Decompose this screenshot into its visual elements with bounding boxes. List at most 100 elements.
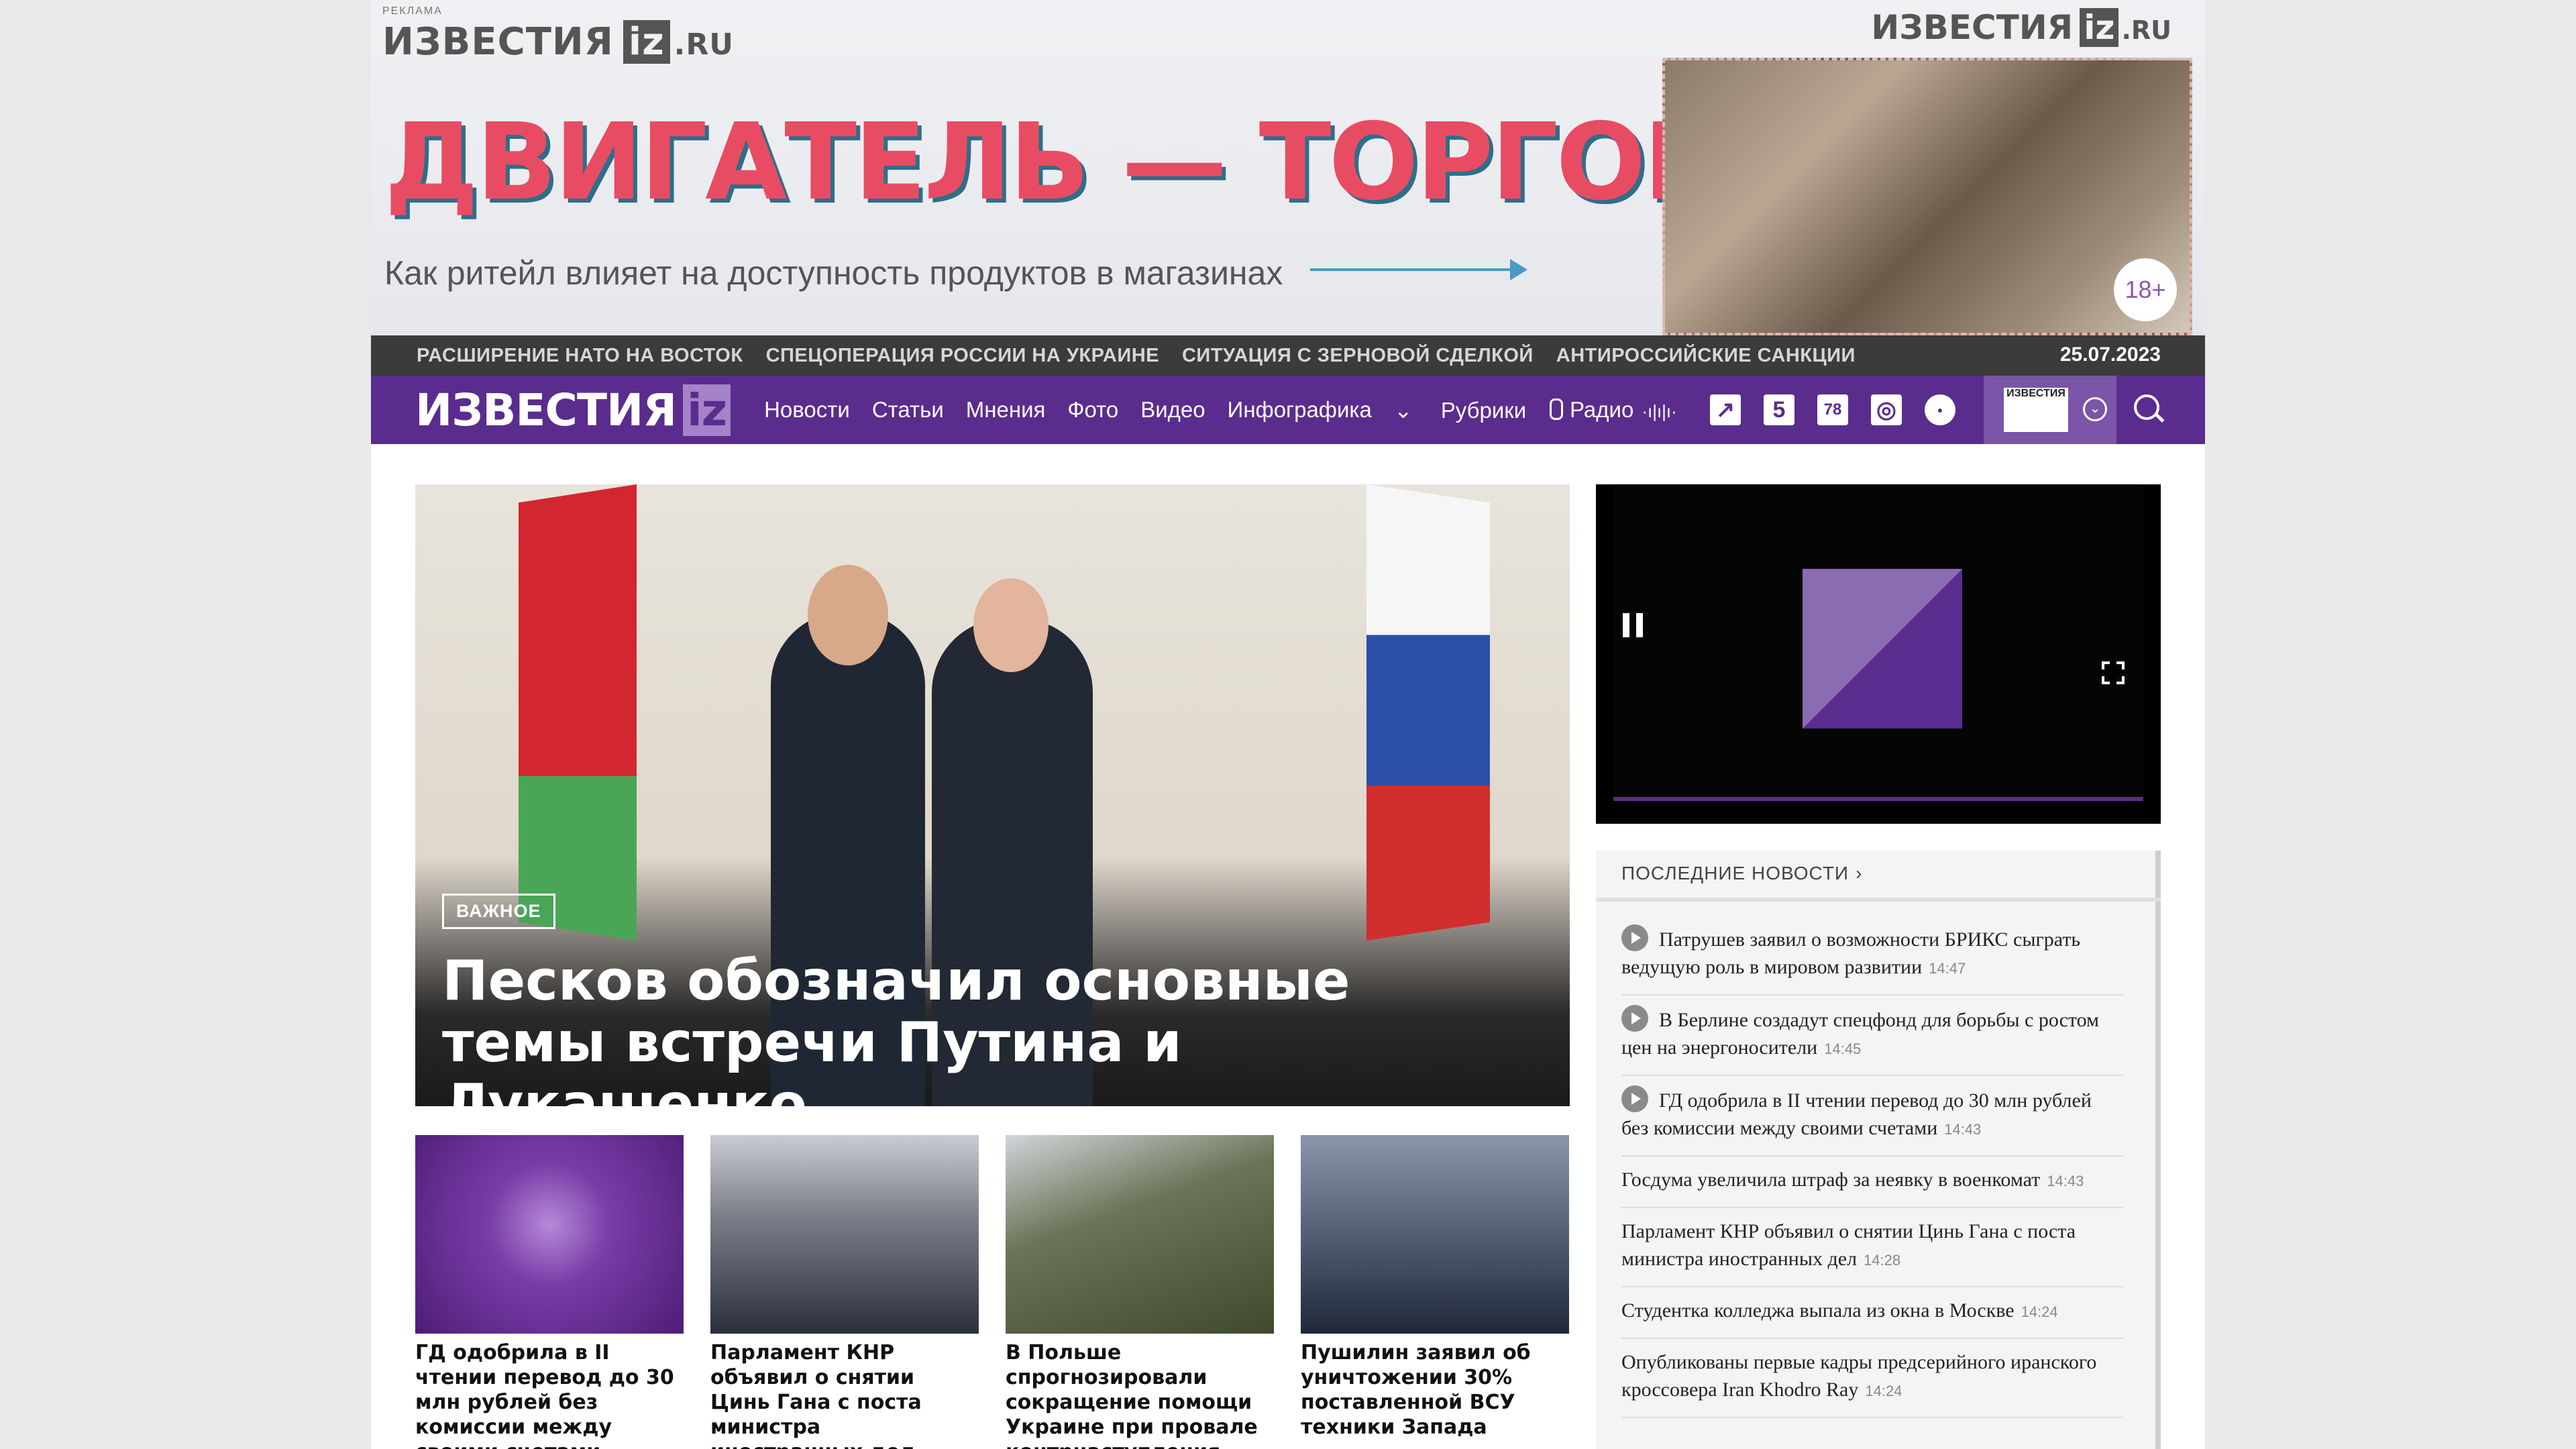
article-card-title: В Польше спрогнозировали сокращение помо… [1006,1341,1258,1449]
chevron-down-icon: ⌄ [1393,397,1419,423]
news-item-text: Опубликованы первые кадры предсерийного … [1621,1351,2097,1401]
main-nav: ИЗВЕСТИЯ iz Новости Статьи Мнения Фото Ви… [371,376,2205,444]
banner-logo-right: ИЗВЕСТИЯ iz .RU [1871,8,2171,47]
site-logo-text: ИЗВЕСТИЯ [415,384,677,436]
nav-item-news[interactable]: Новости [764,397,850,423]
news-item-text: ГД одобрила в II чтении перевод до 30 мл… [1621,1089,2092,1139]
latest-news-header[interactable]: ПОСЛЕДНИЕ НОВОСТИ › [1621,863,1862,884]
video-play-icon [1621,924,1648,951]
banner-logo-right-text: ИЗВЕСТИЯ [1871,8,2074,47]
chevron-right-icon: › [1856,863,1863,883]
channel-icon[interactable]: ↗ [1710,394,1741,425]
banner-logo-left: ИЗВЕСТИЯ iz .RU [382,20,734,64]
nav-item-rubrics-label: Рубрики [1440,397,1527,423]
article-card[interactable]: В Польше спрогнозировали сокращение помо… [1006,1135,1274,1449]
banner-logo-right-ru: .RU [2121,15,2171,45]
search-icon[interactable] [2134,394,2165,425]
article-card-image [710,1135,979,1334]
channel-icons: ↗ 5 78 ◎ ● [1710,394,1978,425]
video-play-icon [1621,1085,1648,1112]
nav-item-rubrics[interactable]: ⌄ Рубрики [1394,397,1548,423]
newspaper-dropdown[interactable]: ИЗВЕСТИЯ ⌄ [1984,376,2116,444]
nav-item-opinions[interactable]: Мнения [966,397,1046,423]
divider [1596,898,2161,902]
person-left-head [808,565,888,665]
mozg-icon[interactable]: ● [1925,394,1955,425]
fullscreen-icon[interactable] [2102,661,2125,684]
hero-article[interactable]: ВАЖНОЕ Песков обозначил основные темы вс… [415,484,1570,1106]
news-item-time: 14:28 [1864,1252,1901,1269]
news-item-text: Госдума увеличила штраф за неявку в воен… [1621,1169,2041,1191]
banner-subheadline: Как ритейл влияет на доступность продукт… [384,254,1283,292]
article-card-image [1301,1135,1569,1334]
banner-photo [1662,58,2192,335]
trending-bar: РАСШИРЕНИЕ НАТО НА ВОСТОК СПЕЦОПЕРАЦИЯ Р… [371,335,2205,376]
newspaper-icon: ИЗВЕСТИЯ [2004,388,2068,432]
latest-news-header-label: ПОСЛЕДНИЕ НОВОСТИ [1621,863,1849,883]
latest-news-panel: ПОСЛЕДНИЕ НОВОСТИ › Патрушев заявил о воз… [1596,851,2161,1449]
article-card[interactable]: ГД одобрила в II чтении перевод до 30 мл… [415,1135,684,1449]
microphone-icon [1550,398,1563,420]
news-item[interactable]: Патрушев заявил о возможности БРИКС сыгр… [1621,915,2123,996]
nav-item-video[interactable]: Видео [1140,397,1205,423]
nav-item-infographics[interactable]: Инфографика [1228,397,1372,423]
banner-headline: ДВИГАТЕЛЬ — ТОРГОВЛЯ [384,101,1888,224]
current-date: 25.07.2023 [2059,343,2161,366]
chevron-down-icon: ⌄ [2083,397,2107,421]
news-item[interactable]: Опубликованы первые кадры предсерийного … [1621,1339,2123,1418]
site-logo-iz: iz [683,384,731,436]
ad-label: РЕКЛАМА [382,5,443,17]
page: РЕКЛАМА ИЗВЕСТИЯ iz .RU ИЗВЕСТИЯ iz .RU ДВИГ… [371,0,2205,1449]
news-item[interactable]: В Берлине создадут спецфонд для борьбы с… [1621,996,2123,1076]
radio-label: Радио [1570,397,1634,422]
trending-item[interactable]: СИТУАЦИЯ С ЗЕРНОВОЙ СДЕЛКОЙ [1182,345,1534,367]
news-item-text: Парламент КНР объявил о снятии Цинь Гана… [1621,1220,2076,1270]
important-badge: ВАЖНОЕ [442,894,555,929]
flag-russia [1366,484,1490,941]
news-item-time: 14:47 [1929,960,1966,977]
latest-news-list: Патрушев заявил о возможности БРИКС сыгр… [1621,915,2123,1418]
banner-logo-iz: iz [623,20,670,64]
news-item[interactable]: Госдума увеличила штраф за неявку в воен… [1621,1157,2123,1208]
video-player[interactable] [1596,484,2161,824]
news-item-time: 14:24 [2021,1303,2058,1320]
article-card-title: Парламент КНР объявил о снятии Цинь Гана… [710,1341,922,1449]
news-item-time: 14:43 [2047,1173,2084,1189]
news-item-text: Патрушев заявил о возможности БРИКС сыгр… [1621,928,2081,978]
banner-logo-ru: .RU [674,28,734,62]
article-card[interactable]: Парламент КНР объявил о снятии Цинь Гана… [710,1135,979,1449]
news-item-time: 14:43 [1944,1121,1982,1138]
video-logo [1803,569,1962,729]
radio-link[interactable]: Радио ·ı|ı|ı· [1550,397,1677,423]
trending-item[interactable]: СПЕЦОПЕРАЦИЯ РОССИИ НА УКРАИНЕ [766,345,1159,367]
site-logo[interactable]: ИЗВЕСТИЯ iz [415,384,731,436]
banner-logo-text: ИЗВЕСТИЯ [382,20,614,64]
flag-belarus [519,484,637,941]
trending-item[interactable]: РАСШИРЕНИЕ НАТО НА ВОСТОК [417,345,743,367]
news-item-text: Студентка колледжа выпала из окна в Моск… [1621,1299,2015,1322]
trending-item[interactable]: АНТИРОССИЙСКИЕ САНКЦИИ [1556,345,1856,367]
news-item-time: 14:45 [1824,1040,1862,1057]
ad-banner[interactable]: РЕКЛАМА ИЗВЕСТИЯ iz .RU ИЗВЕСТИЯ iz .RU ДВИГ… [371,0,2205,335]
nav-item-articles[interactable]: Статьи [872,397,944,423]
person-right-head [973,578,1049,672]
radio-wave: ·ı|ı|ı· [1642,401,1677,421]
article-card-title: Пушилин заявил об уничтожении 30% постав… [1301,1341,1531,1439]
nav-menu: Новости Статьи Мнения Фото Видео Инфогра… [764,397,1570,423]
news-item[interactable]: Парламент КНР объявил о снятии Цинь Гана… [1621,1208,2123,1287]
article-card[interactable]: Пушилин заявил об уничтожении 30% постав… [1301,1135,1569,1440]
banner-logo-right-iz: iz [2080,8,2119,47]
news-item[interactable]: ГД одобрила в II чтении перевод до 30 мл… [1621,1076,2123,1157]
channel-5-icon[interactable]: 5 [1764,394,1794,425]
nav-item-photo[interactable]: Фото [1067,397,1118,423]
pause-icon[interactable] [1623,613,1643,637]
video-progress-bar[interactable] [1613,797,2143,801]
news-item[interactable]: Студентка колледжа выпала из окна в Моск… [1621,1287,2123,1339]
channel-78-icon[interactable]: 78 [1817,394,1848,425]
article-card-image [415,1135,684,1334]
article-card-image [1006,1135,1274,1334]
news-item-time: 14:24 [1865,1383,1902,1399]
channel-icon[interactable]: ◎ [1871,394,1902,425]
hero-title[interactable]: Песков обозначил основные темы встречи П… [442,951,1515,1107]
article-card-title: ГД одобрила в II чтении перевод до 30 мл… [415,1341,674,1449]
